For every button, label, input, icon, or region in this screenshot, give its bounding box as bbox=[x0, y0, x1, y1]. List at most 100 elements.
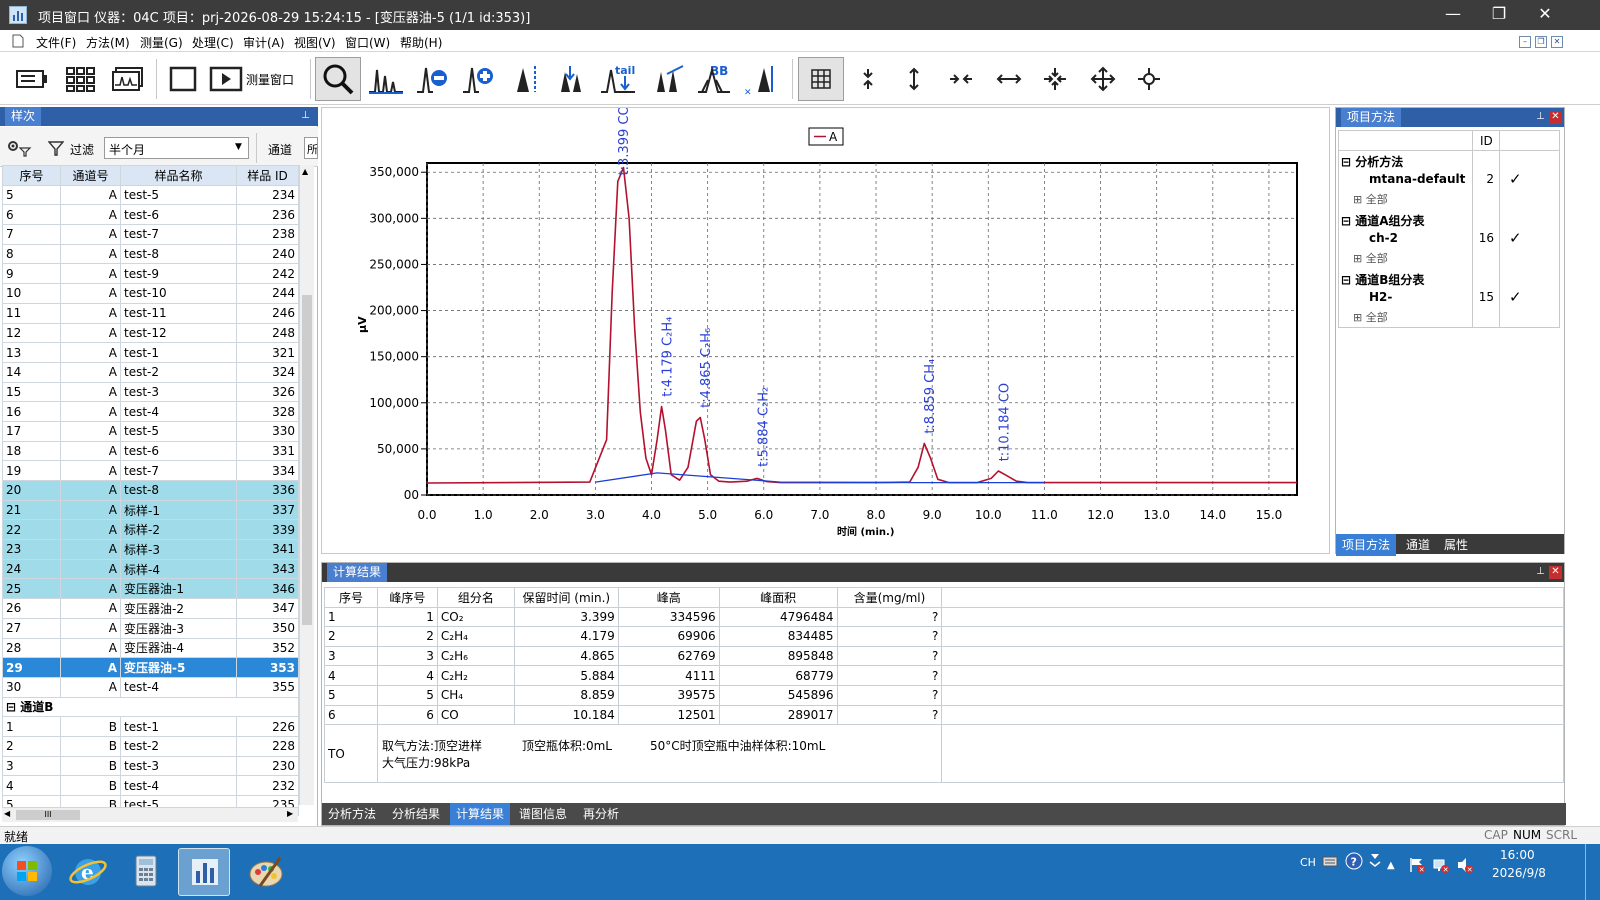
samples-scrollbar-thumb[interactable] bbox=[302, 295, 312, 625]
sample-row[interactable]: 23 A 标样-3 341 bbox=[2, 539, 299, 560]
result-row[interactable]: 5 5 CH₄ 8.859 39575 545896? bbox=[324, 684, 1564, 706]
restore-button[interactable]: ❐ bbox=[1476, 0, 1522, 30]
sample-row[interactable]: 30 Atest-4 355 bbox=[2, 676, 299, 698]
minimize-button[interactable]: — bbox=[1430, 0, 1476, 30]
sample-row[interactable]: 14 Atest-2 324 bbox=[2, 361, 299, 383]
peak-plus-icon[interactable] bbox=[458, 57, 498, 101]
sample-row[interactable]: 27 A 变压器油-3 350 bbox=[2, 617, 299, 639]
horizontal-shrink-icon[interactable] bbox=[944, 57, 978, 101]
result-row[interactable]: 2 2 C₂H₄ 4.179 69906 834485? bbox=[324, 626, 1564, 647]
tail-icon[interactable]: tail bbox=[596, 57, 640, 101]
tab-channel[interactable]: 通道 bbox=[1400, 534, 1436, 556]
expand-icon[interactable]: ⊞ bbox=[1353, 252, 1366, 265]
tree-subitem[interactable]: ⊞ 全部 bbox=[1353, 191, 1388, 207]
sample-row[interactable]: 10 Atest-10 244 bbox=[2, 283, 299, 304]
tray-expand-icon[interactable]: ▲ bbox=[1387, 860, 1395, 871]
expand-icon[interactable]: ⊞ bbox=[1353, 193, 1366, 206]
close-icon[interactable]: ✕ bbox=[1549, 566, 1562, 579]
sample-row[interactable]: 15 Atest-3 326 bbox=[2, 381, 299, 403]
tree-item[interactable]: mtana-default bbox=[1369, 172, 1465, 186]
sample-row[interactable]: 18 Atest-6 331 bbox=[2, 440, 299, 462]
sample-row[interactable]: 22 A 标样-2 339 bbox=[2, 519, 299, 541]
sample-row[interactable]: 24 A 标样-4 343 bbox=[2, 558, 299, 580]
mdi-restore-icon[interactable]: ❐ bbox=[1535, 36, 1547, 48]
collapse-icon[interactable]: ⊟ bbox=[1341, 214, 1355, 228]
sample-row[interactable]: 17 Atest-5 330 bbox=[2, 420, 299, 442]
col-concentration-header[interactable]: 含量(mg/ml) bbox=[836, 587, 943, 608]
close-icon[interactable]: ✕ bbox=[1549, 111, 1562, 124]
scroll-left-icon[interactable]: ◀ bbox=[4, 809, 10, 818]
tab-properties[interactable]: 属性 bbox=[1438, 534, 1474, 556]
tree-group[interactable]: ⊟ 通道A组分表 bbox=[1341, 212, 1425, 229]
menu-method[interactable]: 方法(M) bbox=[86, 34, 130, 51]
move-icon[interactable] bbox=[1086, 57, 1120, 101]
volume-muted-icon[interactable]: ✕ bbox=[1456, 856, 1474, 877]
clock-date[interactable]: 2026/9/8 bbox=[1492, 866, 1546, 880]
zoom-icon[interactable] bbox=[315, 57, 361, 101]
peak-minus-icon[interactable] bbox=[412, 57, 452, 101]
sample-row[interactable]: 11 Atest-11 246 bbox=[2, 302, 299, 324]
measure-window-button[interactable]: 测量窗口 bbox=[208, 57, 308, 101]
col-no-header[interactable]: 序号 bbox=[324, 587, 378, 608]
tree-subitem[interactable]: ⊞ 全部 bbox=[1353, 250, 1388, 266]
keyboard-icon[interactable] bbox=[1322, 854, 1338, 871]
input-lang[interactable]: CH bbox=[1300, 856, 1316, 869]
sample-row[interactable]: 1 Btest-1 226 bbox=[2, 716, 299, 737]
menu-audit[interactable]: 审计(A) bbox=[243, 34, 285, 51]
tab-reanalysis[interactable]: 再分析 bbox=[577, 803, 625, 825]
mdi-close-icon[interactable]: ✕ bbox=[1551, 36, 1563, 48]
settings-filter-icon[interactable] bbox=[6, 139, 32, 160]
action-center-flag-icon[interactable]: ✕ bbox=[1408, 856, 1426, 877]
filter-select[interactable]: 半个月 ▼ bbox=[104, 137, 249, 159]
sample-row[interactable]: 20 Atest-8 336 bbox=[2, 480, 299, 501]
mdi-minimize-icon[interactable]: – bbox=[1519, 36, 1531, 48]
zoom-in-all-icon[interactable] bbox=[1038, 57, 1072, 101]
peak-area-icon[interactable] bbox=[504, 57, 544, 101]
tab-analysis-result[interactable]: 分析结果 bbox=[386, 803, 446, 825]
pin-icon[interactable]: ⊥ bbox=[1534, 111, 1547, 124]
bb-icon[interactable]: BB bbox=[692, 57, 736, 101]
sample-row[interactable]: 29 A 变压器油-5 353 bbox=[2, 657, 299, 678]
result-row[interactable]: 6 6 CO 10.184 12501 289017? bbox=[324, 704, 1564, 726]
result-row[interactable]: 3 3 C₂H₆ 4.865 62769 895848? bbox=[324, 645, 1564, 667]
tree-group[interactable]: ⊟ 分析方法 bbox=[1341, 153, 1403, 170]
collapse-icon[interactable]: ⊟ bbox=[1341, 273, 1355, 287]
horizontal-expand-icon[interactable] bbox=[992, 57, 1026, 101]
samples-scrollbar[interactable]: ▲ bbox=[299, 165, 314, 805]
channel-select[interactable]: 所 bbox=[304, 137, 318, 159]
show-desktop-button[interactable] bbox=[1585, 844, 1600, 900]
chromatography-app-icon[interactable] bbox=[178, 848, 230, 896]
collapse-icon[interactable]: ⊟ bbox=[1341, 155, 1355, 169]
scroll-right-icon[interactable]: ▶ bbox=[287, 809, 293, 818]
network-icon[interactable]: ✕ bbox=[1432, 856, 1450, 877]
sample-row[interactable]: 4 Btest-4 232 bbox=[2, 775, 299, 796]
sample-row[interactable]: 9 Atest-9 242 bbox=[2, 263, 299, 285]
tab-analysis-method[interactable]: 分析方法 bbox=[322, 803, 382, 825]
center-icon[interactable] bbox=[1132, 57, 1166, 101]
sample-row[interactable]: 28 A 变压器油-4 352 bbox=[2, 637, 299, 659]
menu-window[interactable]: 窗口(W) bbox=[345, 34, 390, 51]
tab-calc-result[interactable]: 计算结果 bbox=[450, 803, 511, 825]
sample-row[interactable]: 13 Atest-1 321 bbox=[2, 342, 299, 363]
menu-measure[interactable]: 测量(G) bbox=[140, 34, 183, 51]
paint-icon[interactable] bbox=[240, 848, 292, 896]
close-button[interactable]: ✕ bbox=[1522, 0, 1568, 30]
sample-row[interactable]: 7 Atest-7 238 bbox=[2, 224, 299, 245]
grid-toggle-icon[interactable] bbox=[798, 57, 844, 101]
scroll-up-icon[interactable]: ▲ bbox=[302, 167, 308, 176]
col-peak-no-header[interactable]: 峰序号 bbox=[376, 587, 438, 608]
col-channel-header[interactable]: 通道号 bbox=[60, 165, 121, 186]
menu-file[interactable]: 文件(F) bbox=[36, 34, 76, 51]
input-settings-icon[interactable] bbox=[1368, 852, 1382, 871]
tab-spectrum-info[interactable]: 谱图信息 bbox=[513, 803, 573, 825]
peak-baseline-icon[interactable] bbox=[366, 57, 406, 101]
menu-process[interactable]: 处理(C) bbox=[192, 34, 234, 51]
result-row[interactable]: 1 1 CO₂ 3.399 334596 4796484? bbox=[324, 606, 1564, 628]
tree-item[interactable]: H2- bbox=[1369, 290, 1392, 304]
col-no-header[interactable]: 序号 bbox=[2, 165, 61, 186]
pin-icon[interactable]: ⊥ bbox=[299, 110, 312, 123]
sample-row[interactable]: 6 Atest-6 236 bbox=[2, 204, 299, 226]
col-height-header[interactable]: 峰高 bbox=[617, 587, 720, 608]
tree-group[interactable]: ⊟ 通道B组分表 bbox=[1341, 271, 1424, 288]
collapse-icon[interactable]: ⊟ bbox=[6, 700, 20, 714]
